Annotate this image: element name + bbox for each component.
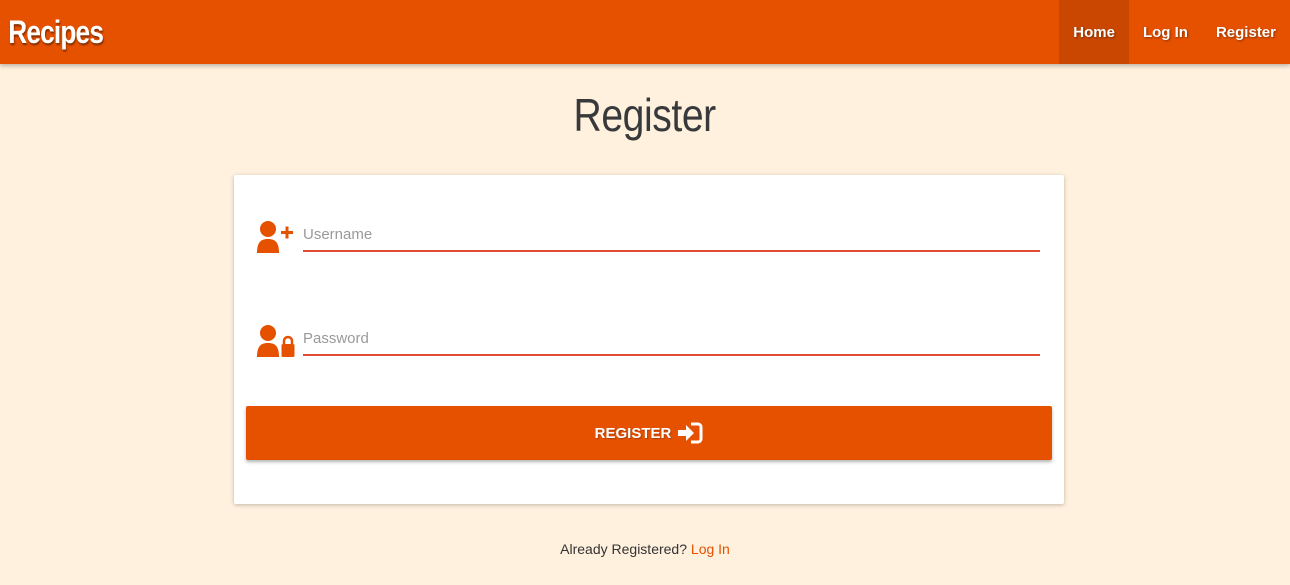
nav-home[interactable]: Home — [1059, 0, 1129, 64]
username-input[interactable] — [303, 218, 1040, 252]
register-button-label: REGISTER — [594, 424, 672, 442]
navbar: Recipes Home Log In Register — [0, 0, 1290, 64]
password-input[interactable] — [303, 322, 1040, 356]
login-prompt: Already Registered? Log In — [0, 541, 1290, 557]
password-field-group — [256, 316, 1040, 366]
login-prompt-text: Already Registered? — [560, 541, 688, 557]
user-lock-icon — [257, 325, 295, 357]
username-field-group — [256, 212, 1040, 262]
brand-logo[interactable]: Recipes — [0, 14, 104, 51]
nav-login[interactable]: Log In — [1129, 0, 1202, 64]
login-link[interactable]: Log In — [691, 541, 730, 557]
nav-links: Home Log In Register — [1059, 0, 1290, 64]
register-button[interactable]: REGISTER — [246, 406, 1052, 460]
register-form-card: REGISTER — [234, 175, 1064, 504]
user-plus-icon — [257, 221, 293, 253]
nav-register[interactable]: Register — [1202, 0, 1290, 64]
sign-in-icon — [678, 422, 703, 444]
page-title: Register — [573, 89, 717, 141]
